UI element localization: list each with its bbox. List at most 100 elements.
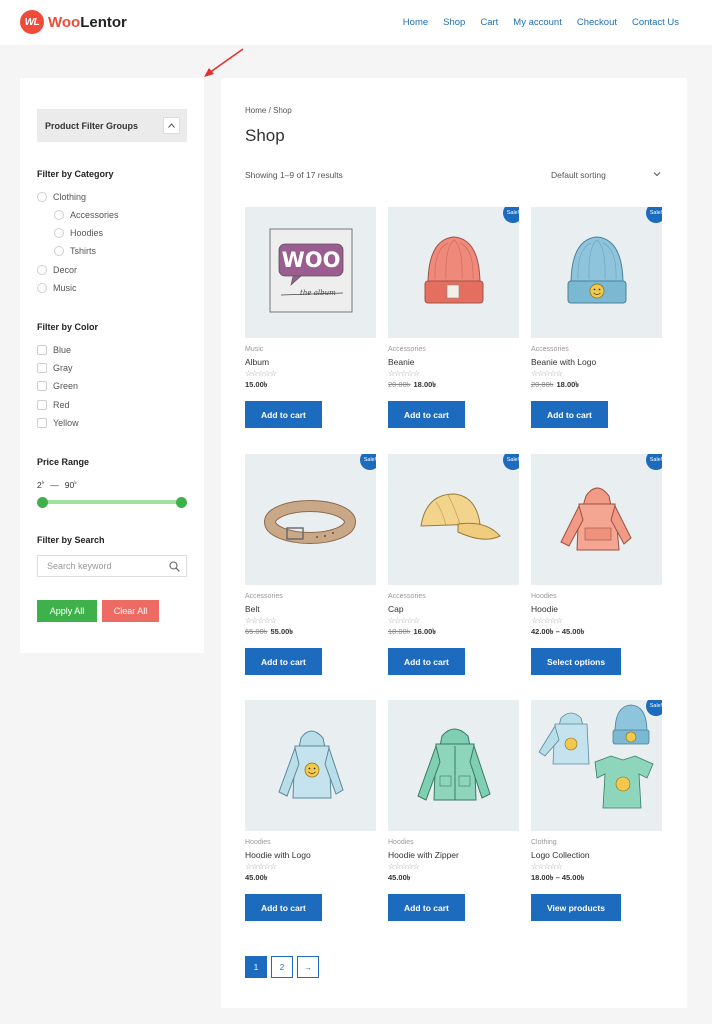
product-name[interactable]: Beanie (388, 357, 519, 367)
product-image-hoodie-with-logo[interactable] (245, 700, 376, 831)
product-name[interactable]: Belt (245, 604, 376, 614)
checkbox[interactable] (37, 345, 47, 355)
color-option-red[interactable]: Red (37, 400, 70, 410)
product-image-album[interactable]: WOO the album (245, 207, 376, 338)
clear-all-button[interactable]: Clear All (102, 600, 159, 622)
category-option-decor[interactable]: Decor (37, 265, 77, 275)
add-to-cart-button[interactable]: Add to cart (388, 648, 465, 675)
color-option-green[interactable]: Green (37, 381, 78, 391)
checkbox[interactable] (37, 418, 47, 428)
product-image-beanie-with-logo[interactable]: Sale! (531, 207, 662, 338)
category-label: Tshirts (70, 246, 97, 256)
product-price: 20.00৳ 18.00৳ (388, 380, 437, 389)
product-category: Accessories (245, 593, 283, 600)
rating-stars: ☆☆☆☆☆ (388, 862, 420, 871)
add-to-cart-button[interactable]: Add to cart (245, 648, 322, 675)
result-count: Showing 1–9 of 17 results (245, 170, 343, 180)
product-name[interactable]: Beanie with Logo (531, 357, 662, 367)
color-label: Gray (53, 363, 73, 373)
nav-my-account[interactable]: My account (513, 17, 562, 28)
view-products-button[interactable]: View products (531, 894, 621, 921)
checkbox[interactable] (37, 363, 47, 373)
search-input[interactable] (47, 561, 162, 571)
rating-stars: ☆☆☆☆☆ (245, 862, 277, 871)
product-image-cap[interactable]: Sale! (388, 454, 519, 585)
color-option-yellow[interactable]: Yellow (37, 418, 79, 428)
radio-button[interactable] (37, 192, 47, 202)
category-option-clothing[interactable]: Clothing (37, 192, 86, 202)
category-option-accessories[interactable]: Accessories (54, 210, 119, 220)
rating-stars: ☆☆☆☆☆ (531, 616, 563, 625)
category-option-music[interactable]: Music (37, 283, 77, 293)
product-category: Hoodies (245, 839, 271, 846)
radio-button[interactable] (37, 283, 47, 293)
product-image-logo-collection[interactable]: Sale! (531, 700, 662, 831)
next-page-arrow-icon[interactable]: → (297, 956, 319, 978)
apply-all-button[interactable]: Apply All (37, 600, 97, 622)
nav-shop[interactable]: Shop (443, 17, 465, 28)
chevron-up-icon[interactable] (163, 117, 180, 134)
add-to-cart-button[interactable]: Add to cart (388, 401, 465, 428)
add-to-cart-button[interactable]: Add to cart (531, 401, 608, 428)
price-range-values: 2৳ — 90৳ (37, 480, 77, 490)
filter-group-header[interactable]: Product Filter Groups (37, 109, 187, 142)
logo-text: WooLentor (48, 14, 127, 31)
product-image-beanie[interactable]: Sale! (388, 207, 519, 338)
product-card: Sale! Accessories Beanie with Logo ☆☆☆☆☆… (531, 207, 662, 428)
checkbox[interactable] (37, 400, 47, 410)
search-box (37, 555, 187, 577)
add-to-cart-button[interactable]: Add to cart (245, 401, 322, 428)
price-range-title: Price Range (37, 457, 90, 467)
site-logo[interactable]: WL WooLentor (20, 10, 127, 34)
page-1[interactable]: 1 (245, 956, 267, 978)
product-price: 18.00৳ – 45.00৳ (531, 873, 585, 882)
category-option-hoodies[interactable]: Hoodies (54, 228, 103, 238)
product-image-hoodie-with-zipper[interactable] (388, 700, 519, 831)
product-card: Sale! Accessories Belt ☆☆☆☆☆ 65.00৳ 55.00… (245, 454, 376, 675)
radio-button[interactable] (54, 210, 64, 220)
product-image-belt[interactable]: Sale! (245, 454, 376, 585)
color-label: Yellow (53, 418, 79, 428)
product-name[interactable]: Cap (388, 604, 519, 614)
product-card: Sale! Clothing Logo Collection ☆☆☆☆☆ 18.… (531, 700, 662, 921)
product-card: Hoodies Hoodie with Zipper ☆☆☆☆☆ 45.00৳ … (388, 700, 519, 921)
page-2[interactable]: 2 (271, 956, 293, 978)
color-option-blue[interactable]: Blue (37, 345, 71, 355)
product-name[interactable]: Hoodie (531, 604, 662, 614)
nav-cart[interactable]: Cart (480, 17, 498, 28)
add-to-cart-button[interactable]: Add to cart (388, 894, 465, 921)
product-price: 18.00৳ 16.00৳ (388, 627, 437, 636)
product-name[interactable]: Hoodie with Logo (245, 850, 376, 860)
checkbox[interactable] (37, 381, 47, 391)
color-label: Blue (53, 345, 72, 355)
price-slider-max-handle[interactable] (176, 497, 187, 508)
product-card: WOO the album Music Album ☆☆☆☆☆ 15.00৳ A… (245, 207, 376, 428)
price-slider-track[interactable] (42, 500, 182, 504)
color-label: Green (53, 381, 79, 391)
search-icon[interactable] (169, 561, 180, 572)
breadcrumb[interactable]: Home / Shop (245, 106, 292, 115)
price-slider-min-handle[interactable] (37, 497, 48, 508)
nav-contact-us[interactable]: Contact Us (632, 17, 679, 28)
category-label: Clothing (53, 192, 87, 202)
radio-button[interactable] (37, 265, 47, 275)
product-name[interactable]: Logo Collection (531, 850, 662, 860)
product-category: Hoodies (388, 839, 414, 846)
select-options-button[interactable]: Select options (531, 648, 622, 675)
color-option-gray[interactable]: Gray (37, 363, 73, 373)
add-to-cart-button[interactable]: Add to cart (245, 894, 322, 921)
product-name[interactable]: Album (245, 357, 376, 367)
category-option-tshirts[interactable]: Tshirts (54, 246, 96, 256)
category-label: Hoodies (70, 228, 104, 238)
radio-button[interactable] (54, 228, 64, 238)
product-card: Sale! Hoodies Hoodie ☆☆☆☆☆ 42.00৳ – 45.0… (531, 454, 662, 675)
product-image-hoodie[interactable]: Sale! (531, 454, 662, 585)
product-name[interactable]: Hoodie with Zipper (388, 850, 519, 860)
radio-button[interactable] (54, 246, 64, 256)
nav-checkout[interactable]: Checkout (577, 17, 617, 28)
nav-home[interactable]: Home (403, 17, 428, 28)
price-max: 90৳ (64, 480, 77, 490)
sorting-select[interactable]: Default sorting (551, 170, 661, 180)
product-category: Accessories (388, 346, 426, 353)
rating-stars: ☆☆☆☆☆ (388, 369, 420, 378)
